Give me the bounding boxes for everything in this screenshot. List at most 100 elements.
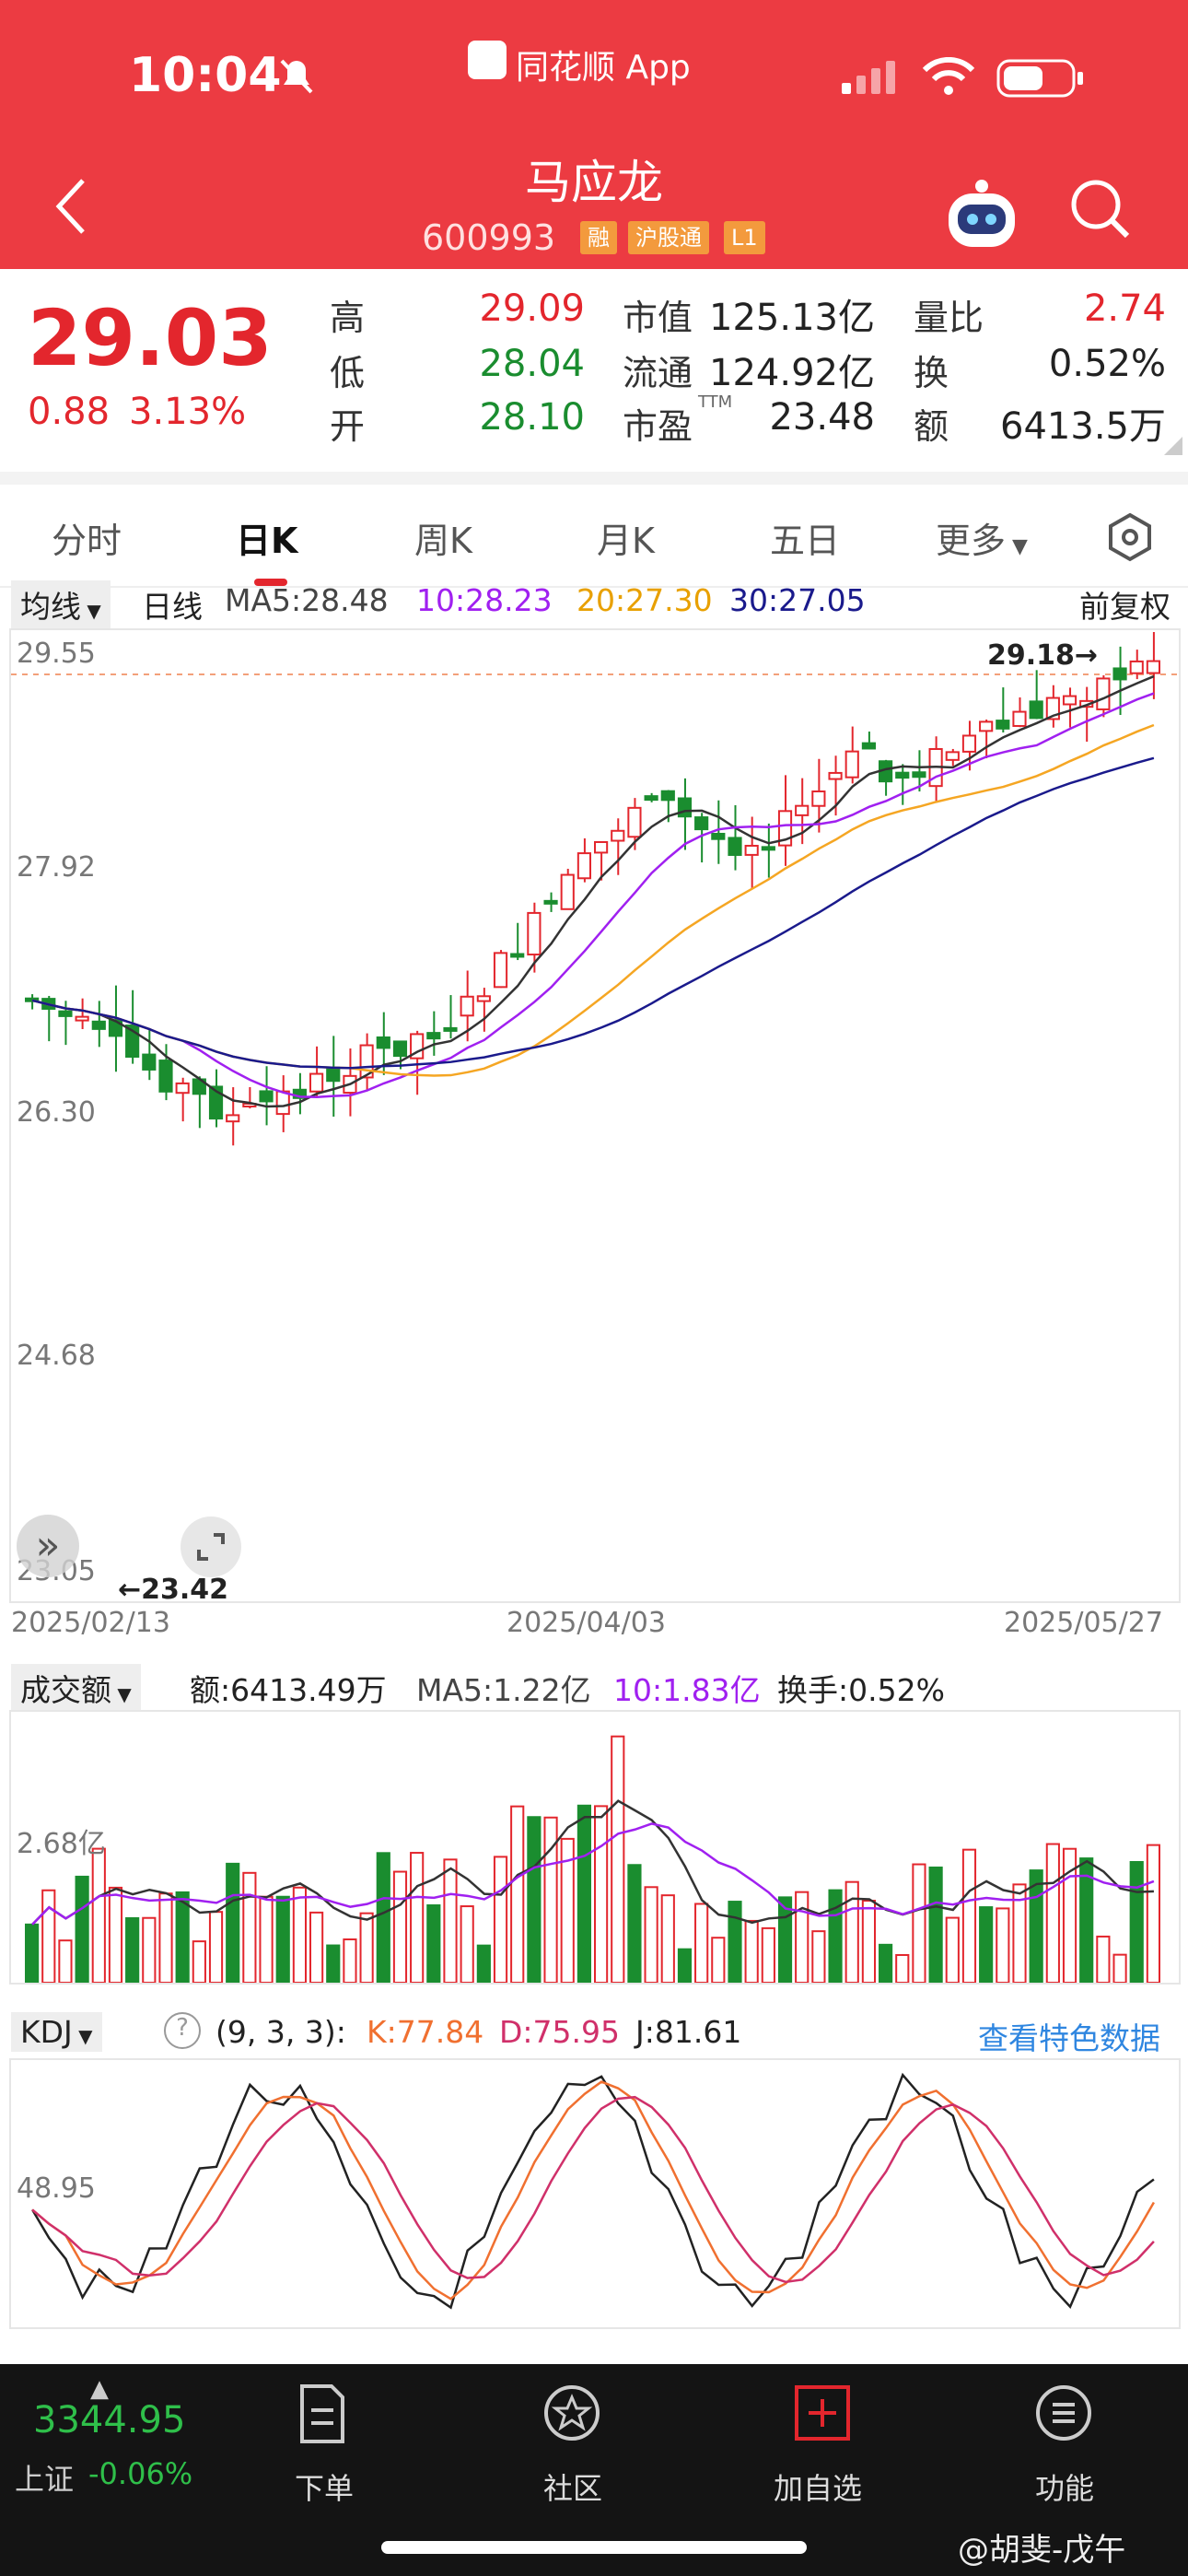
settings-hexagon-icon[interactable] bbox=[1105, 512, 1155, 562]
margin-badge: 融 bbox=[580, 221, 617, 254]
volume-y-label: 2.68亿 bbox=[17, 1828, 106, 1860]
kdj-k: K:77.84 bbox=[367, 2014, 484, 2050]
index-name: 上证 bbox=[15, 2462, 75, 2497]
volume-bar bbox=[828, 1889, 843, 1983]
nav-add-watchlist[interactable]: 加自选 bbox=[753, 2465, 882, 2508]
candle-body bbox=[811, 790, 826, 807]
fullscreen-icon[interactable] bbox=[181, 1516, 241, 1577]
kdj-selector[interactable]: KDJ ▼ bbox=[11, 2012, 102, 2052]
index-value[interactable]: 3344.95 bbox=[33, 2399, 185, 2441]
candle-body bbox=[309, 1072, 324, 1093]
candle-body bbox=[627, 806, 642, 838]
adjust-toggle[interactable]: 前复权 bbox=[1079, 582, 1171, 626]
corner-expand-icon[interactable] bbox=[1162, 435, 1184, 457]
ma-selector[interactable]: 均线 ▼ bbox=[11, 580, 111, 628]
search-icon[interactable] bbox=[1068, 177, 1133, 241]
nav-community[interactable]: 社区 bbox=[508, 2465, 637, 2508]
tab-daily-k[interactable]: 日K bbox=[236, 512, 297, 563]
kline-legend: 均线 ▼ 日线 MA5:28.48 10:28.23 20:27.30 30:2… bbox=[11, 580, 1181, 628]
volume-bar bbox=[961, 1848, 977, 1983]
turnover-label: 换 bbox=[914, 353, 949, 393]
community-star-icon bbox=[544, 2385, 600, 2441]
candle-body bbox=[443, 1026, 458, 1032]
ma30-value: 30:27.05 bbox=[729, 582, 866, 618]
candle-body bbox=[660, 790, 675, 802]
volume-bar bbox=[58, 1939, 73, 1983]
volume-ma5: MA5:1.22亿 bbox=[416, 1672, 591, 1708]
volume-ma10: 10:1.83亿 bbox=[613, 1672, 761, 1708]
volume-chart[interactable]: 2.68亿 bbox=[9, 1710, 1181, 1985]
candle-body bbox=[527, 911, 542, 956]
chevron-down-icon: ▼ bbox=[81, 600, 101, 622]
volume-bar bbox=[175, 1891, 190, 1983]
volume-bar bbox=[912, 1863, 926, 1983]
candlestick-chart[interactable]: 29.55 27.92 26.30 24.68 23.05 29.18→ ←23… bbox=[9, 628, 1181, 1606]
volume-bar bbox=[694, 1903, 709, 1983]
volume-bar bbox=[1146, 1844, 1160, 1983]
menu-circle-icon bbox=[1036, 2385, 1091, 2441]
robot-assistant-icon[interactable] bbox=[943, 175, 1020, 252]
tab-intraday[interactable]: 分时 bbox=[52, 512, 122, 563]
ma20-value: 20:27.30 bbox=[577, 582, 713, 618]
volume-bar bbox=[91, 1847, 106, 1983]
candle-body bbox=[226, 1114, 240, 1123]
kdj-legend: KDJ ▼ ? (9, 3, 3): K:77.84 D:75.95 J:81.… bbox=[11, 2012, 1181, 2058]
last-price: 29.03 bbox=[28, 293, 273, 383]
tab-more[interactable]: 更多 ▼ bbox=[936, 512, 1028, 563]
volume-bar bbox=[41, 1889, 56, 1983]
float-value: 124.92亿 bbox=[709, 352, 875, 394]
volume-bar bbox=[895, 1953, 910, 1983]
candle-body bbox=[1146, 660, 1160, 674]
volume-selector[interactable]: 成交额 ▼ bbox=[11, 1664, 141, 1712]
candle-body bbox=[275, 1090, 290, 1116]
volume-ma5-line bbox=[31, 1799, 1154, 1926]
volume-bar bbox=[660, 1894, 675, 1983]
candle-body bbox=[644, 795, 658, 802]
volume-bar bbox=[1045, 1843, 1060, 1983]
tab-five-day[interactable]: 五日 bbox=[770, 512, 840, 563]
expand-double-chevron-icon[interactable]: » bbox=[17, 1515, 79, 1577]
ma10-value: 10:28.23 bbox=[416, 582, 553, 618]
volume-bar bbox=[711, 1937, 726, 1983]
connect-badge: 沪股通 bbox=[628, 221, 709, 254]
volume-bar bbox=[158, 1892, 173, 1983]
volume-plot bbox=[25, 1735, 1160, 1983]
candle-body bbox=[1029, 700, 1043, 720]
mute-bell-icon bbox=[280, 59, 313, 94]
volume-bar bbox=[493, 1856, 508, 1983]
volume-bar bbox=[677, 1948, 693, 1983]
open-value: 28.10 bbox=[479, 396, 585, 439]
candle-body bbox=[426, 1032, 441, 1040]
volume-bar bbox=[142, 1916, 157, 1983]
volume-bar bbox=[627, 1864, 642, 1983]
date-start: 2025/02/13 bbox=[11, 1607, 170, 1639]
volume-legend: 成交额 ▼ 额:6413.49万 MA5:1.22亿 10:1.83亿 换手:0… bbox=[11, 1664, 1181, 1712]
volume-bar bbox=[1096, 1935, 1111, 1983]
volume-bar bbox=[811, 1930, 826, 1983]
volume-bar bbox=[259, 1895, 274, 1983]
volume-bar bbox=[577, 1804, 592, 1983]
volume-bar bbox=[359, 1912, 374, 1983]
help-icon[interactable]: ? bbox=[164, 2012, 201, 2049]
feature-data-link[interactable]: 查看特色数据 bbox=[978, 2014, 1160, 2058]
tab-weekly-k[interactable]: 周K bbox=[414, 512, 472, 563]
vol-ratio-value: 2.74 bbox=[1083, 287, 1166, 330]
volume-bar bbox=[594, 1805, 609, 1983]
ma20-line bbox=[31, 723, 1155, 1077]
min-price-marker: ←23.42 bbox=[118, 1574, 229, 1606]
volume-bar bbox=[392, 1870, 408, 1983]
candle-body bbox=[460, 995, 474, 1017]
candle-body bbox=[945, 751, 960, 761]
open-label: 开 bbox=[330, 406, 366, 447]
volume-bar bbox=[844, 1880, 859, 1983]
kdj-chart[interactable]: 48.95 bbox=[9, 2058, 1181, 2329]
nav-order[interactable]: 下单 bbox=[260, 2465, 389, 2508]
kdj-k-line bbox=[31, 2080, 1155, 2301]
volume-bar bbox=[226, 1862, 240, 1983]
price-change: 0.88 bbox=[28, 391, 111, 433]
nav-functions[interactable]: 功能 bbox=[1000, 2465, 1129, 2508]
candle-body bbox=[795, 804, 809, 816]
volume-bar bbox=[996, 1907, 1010, 1983]
candle-body bbox=[577, 852, 592, 880]
tab-monthly-k[interactable]: 月K bbox=[597, 512, 655, 563]
